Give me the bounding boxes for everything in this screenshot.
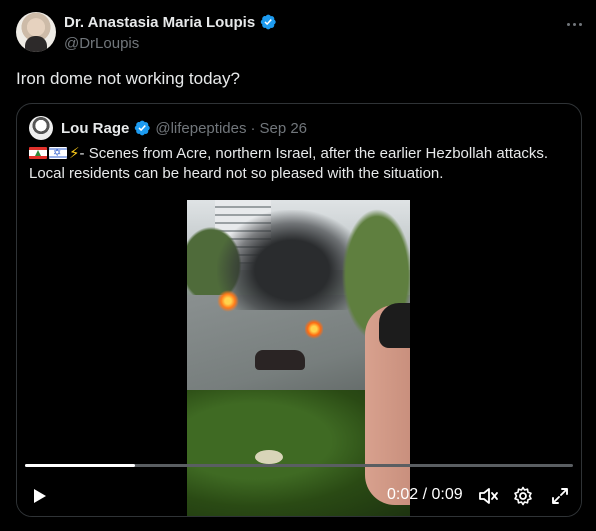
settings-gear-icon[interactable] (511, 484, 535, 508)
author-handle[interactable]: @DrLoupis (64, 35, 139, 52)
post-text: Iron dome not working today? (16, 69, 240, 88)
quoted-author-display-name[interactable]: Lou Rage (61, 120, 129, 137)
video-progress-fill (25, 464, 135, 467)
author-name-row: Dr. Anastasia Maria Loupis (64, 13, 277, 31)
verified-badge-icon (260, 14, 276, 30)
quoted-author-handle[interactable]: @lifepeptides (155, 120, 246, 137)
quoted-post-body: - Scenes from Acre, northern Israel, aft… (29, 145, 549, 182)
video-frame[interactable] (187, 200, 410, 516)
video-controls: 0:02 / 0:09 (17, 476, 581, 516)
video-progress-bar[interactable] (25, 464, 573, 467)
volume-muted-icon[interactable] (476, 484, 500, 508)
quoted-author-avatar[interactable] (29, 116, 53, 140)
lebanon-flag-icon (29, 147, 47, 159)
fullscreen-icon[interactable] (548, 484, 572, 508)
quoted-post[interactable]: Lou Rage @lifepeptides · Sep 26 ⚡- Scene… (16, 103, 582, 517)
verified-badge-icon (135, 120, 151, 136)
more-horizontal-icon[interactable] (564, 18, 584, 30)
play-icon[interactable] (27, 484, 51, 508)
post-header: Dr. Anastasia Maria Loupis @DrLoupis (16, 12, 586, 56)
video-player[interactable]: 0:02 / 0:09 (17, 200, 581, 516)
lightning-bolt-emoji: ⚡ (69, 145, 80, 162)
quoted-post-date[interactable]: Sep 26 (259, 120, 307, 137)
video-time: 0:02 / 0:09 (387, 486, 463, 503)
author-display-name[interactable]: Dr. Anastasia Maria Loupis (64, 14, 255, 31)
israel-flag-icon (49, 144, 67, 164)
separator-dot: · (250, 119, 256, 137)
quoted-post-header: Lou Rage @lifepeptides · Sep 26 (29, 116, 307, 140)
quoted-post-text: ⚡- Scenes from Acre, northern Israel, af… (29, 144, 569, 184)
author-avatar[interactable] (16, 12, 56, 52)
